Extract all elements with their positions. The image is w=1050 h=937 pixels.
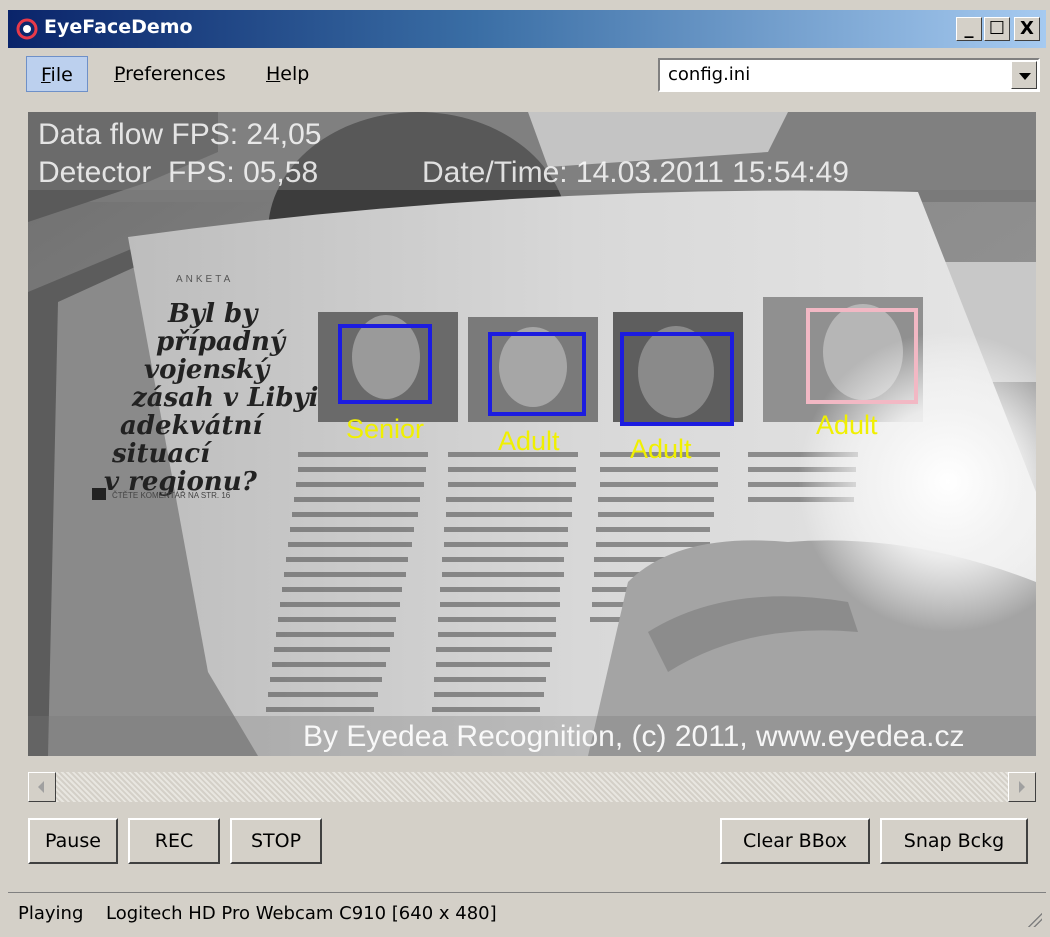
face-label: Adult: [630, 434, 692, 464]
face-label: Adult: [498, 426, 560, 456]
menu-preferences-label: Preferences: [114, 63, 226, 85]
status-state: Playing: [18, 903, 84, 924]
horizontal-scrollbar[interactable]: [28, 772, 1036, 802]
status-bar: Playing Logitech HD Pro Webcam C910 [640…: [8, 892, 1046, 933]
status-device: Logitech HD Pro Webcam C910 [640 x 480]: [106, 903, 497, 924]
minimize-button[interactable]: _: [956, 17, 982, 41]
title-bar: EyeFaceDemo _ ☐ X: [8, 10, 1046, 48]
play-icon: [92, 488, 106, 500]
resize-grip-icon[interactable]: [1026, 911, 1042, 927]
chevron-down-icon[interactable]: [1011, 61, 1037, 89]
clear-bbox-button[interactable]: Clear BBox: [720, 818, 870, 864]
data-flow-fps: Data flow FPS: 24,05: [38, 118, 322, 151]
config-dropdown-value: config.ini: [668, 64, 751, 85]
face-bbox: [338, 324, 432, 404]
eyeface-logo-icon: [16, 18, 38, 40]
scroll-left-button[interactable]: [28, 772, 56, 802]
magazine-headline-line: vojenský: [144, 355, 271, 385]
menu-preferences[interactable]: Preferences: [100, 56, 240, 92]
menu-bar: File Preferences Help config.ini: [8, 52, 1046, 96]
menu-accelerator: F: [41, 64, 51, 86]
date-time: Date/Time: 14.03.2011 15:54:49: [422, 156, 849, 189]
video-view[interactable]: ANKETA Byl by případný vojenský zásah v …: [28, 112, 1036, 756]
app-window: EyeFaceDemo _ ☐ X File Preferences Help …: [0, 0, 1050, 937]
scroll-right-button[interactable]: [1008, 772, 1036, 802]
menu-file-label: File: [41, 64, 73, 86]
menu-accelerator: P: [114, 63, 126, 85]
detector-fps: Detector FPS: 05,58: [38, 156, 319, 189]
magazine-headline-line: adekvátní: [120, 411, 265, 441]
magazine-section: ANKETA: [176, 274, 233, 285]
magazine-headline-line: situací: [111, 439, 213, 469]
menu-accelerator: H: [266, 63, 281, 85]
face-label: Adult: [816, 410, 878, 440]
menu-file[interactable]: File: [26, 56, 88, 92]
magazine-headline-line: zásah v Libyi: [131, 383, 319, 413]
face-label: Senior: [346, 414, 425, 444]
face-bbox: [806, 308, 918, 404]
window-title: EyeFaceDemo: [44, 16, 193, 38]
menu-help[interactable]: Help: [252, 56, 323, 92]
menu-help-label: Help: [266, 63, 310, 85]
snap-background-button[interactable]: Snap Bckg: [880, 818, 1028, 864]
stop-button[interactable]: STOP: [230, 818, 322, 864]
magazine-headline-line: Byl by: [167, 299, 259, 329]
pause-button[interactable]: Pause: [28, 818, 118, 864]
magazine-headline-line: případný: [156, 327, 287, 357]
face-bbox: [488, 332, 586, 416]
face-bbox: [620, 332, 734, 426]
credit-text: By Eyedea Recognition, (c) 2011, www.eye…: [303, 720, 965, 753]
close-button[interactable]: X: [1014, 17, 1040, 41]
maximize-button[interactable]: ☐: [984, 17, 1010, 41]
magazine-sidebar-link: ČTĚTE KOMENTÁŘ NA STR. 16: [112, 491, 231, 500]
rec-button[interactable]: REC: [128, 818, 220, 864]
config-dropdown[interactable]: config.ini: [658, 58, 1040, 92]
